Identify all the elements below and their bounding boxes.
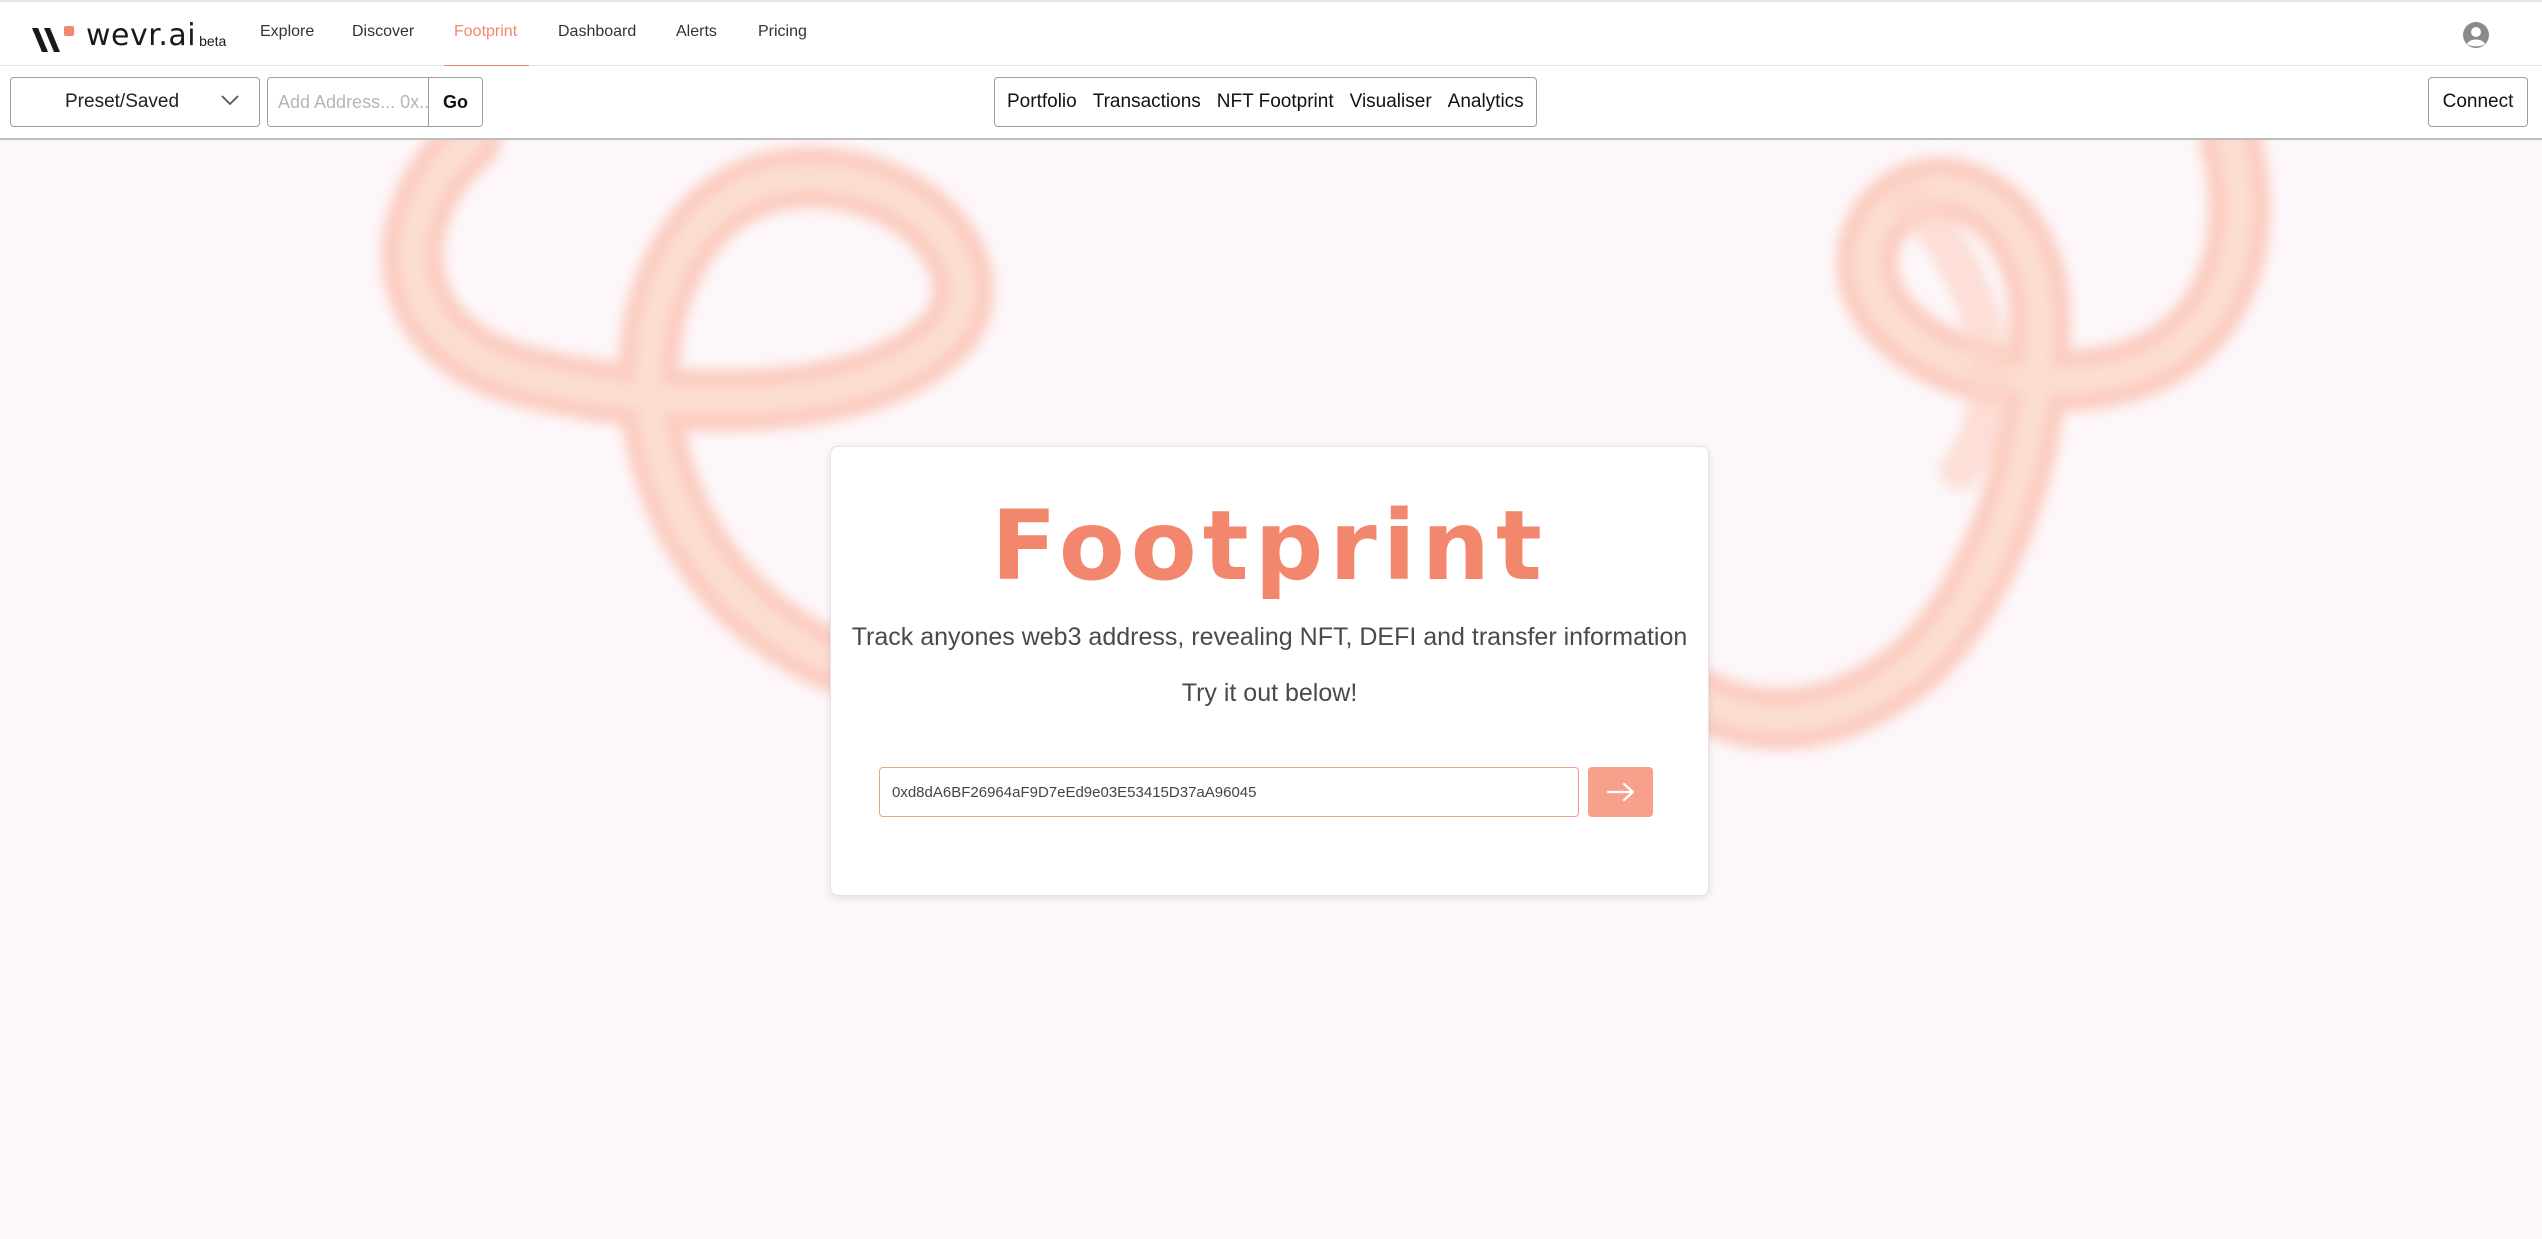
arrow-right-icon xyxy=(1606,782,1634,802)
hero-address-input[interactable] xyxy=(879,767,1579,817)
nav-item-discover[interactable]: Discover xyxy=(352,2,414,66)
nav-item-alerts[interactable]: Alerts xyxy=(676,2,717,66)
chevron-down-icon xyxy=(221,95,239,106)
user-circle-icon[interactable] xyxy=(2462,21,2490,49)
beta-badge: beta xyxy=(199,33,227,49)
hero-subtitle: Track anyones web3 address, revealing NF… xyxy=(851,623,1688,651)
brand-logo[interactable]: wevr.ai beta xyxy=(30,14,226,54)
view-tabs: Portfolio Transactions NFT Footprint Vis… xyxy=(994,77,1537,127)
footprint-hero-card: Footprint Track anyones web3 address, re… xyxy=(830,446,1709,896)
tab-portfolio[interactable]: Portfolio xyxy=(1003,78,1081,126)
wevr-logo-icon xyxy=(32,26,74,52)
quick-address-input[interactable] xyxy=(268,78,428,126)
connect-wallet-button[interactable]: Connect xyxy=(2428,77,2528,127)
tab-analytics[interactable]: Analytics xyxy=(1444,78,1528,126)
preset-saved-label: Preset/Saved xyxy=(65,91,180,112)
tab-visualiser[interactable]: Visualiser xyxy=(1346,78,1436,126)
address-toolbar: Preset/Saved Go Portfolio Transactions N… xyxy=(0,66,2542,140)
nav-item-dashboard[interactable]: Dashboard xyxy=(558,2,636,66)
tab-nft-footprint[interactable]: NFT Footprint xyxy=(1213,78,1338,126)
tab-transactions[interactable]: Transactions xyxy=(1089,78,1205,126)
nav-item-explore[interactable]: Explore xyxy=(260,2,314,66)
go-button[interactable]: Go xyxy=(428,78,482,126)
hero-submit-button[interactable] xyxy=(1588,767,1653,817)
top-navigation-bar: wevr.ai beta Explore Discover Footprint … xyxy=(0,0,2542,67)
preset-saved-dropdown[interactable]: Preset/Saved xyxy=(10,77,260,127)
nav-item-pricing[interactable]: Pricing xyxy=(758,2,807,66)
quick-address-group: Go xyxy=(267,77,483,127)
nav-item-footprint[interactable]: Footprint xyxy=(443,2,530,67)
hero-cta-text: Try it out below! xyxy=(1181,679,1358,707)
hero-title: Footprint xyxy=(991,490,1548,602)
brand-name: wevr.ai xyxy=(86,18,197,53)
